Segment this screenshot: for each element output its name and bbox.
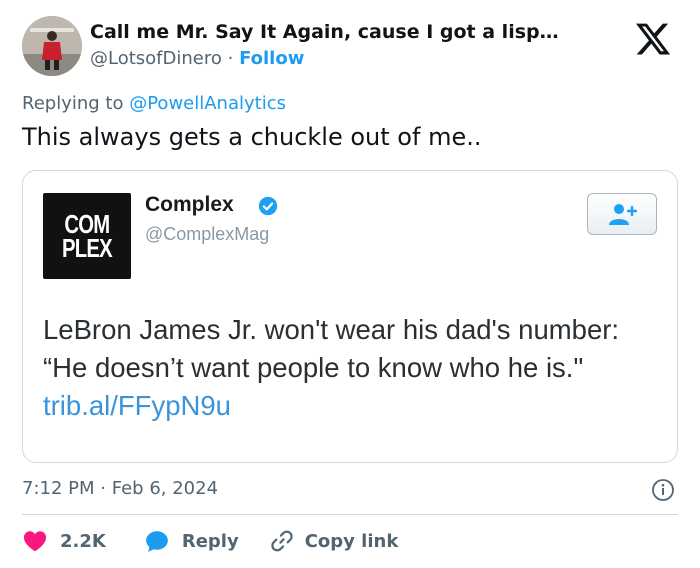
author-handle-line: @LotsofDinero · Follow [90,48,304,69]
reply-bubble-icon [146,531,168,552]
replying-prefix: Replying to [22,93,124,114]
embedded-follow-button [587,193,657,235]
copy-link-button[interactable]: Copy link [269,528,399,554]
tweet-text: This always gets a chuckle out of me.. [22,123,482,151]
author-name[interactable]: Call me Mr. Say It Again, cause I got a … [90,21,559,43]
embedded-account-name: Complex [145,193,234,216]
like-count: 2.2K [60,530,106,552]
link-icon [271,530,293,552]
actions-divider [22,514,678,515]
heart-icon [23,531,47,552]
verified-badge-icon [258,196,278,216]
like-button[interactable]: 2.2K [22,528,106,554]
copy-link-label: Copy link [304,530,399,552]
handle-separator: · [227,48,234,69]
timestamp-date: Feb 6, 2024 [111,478,219,499]
timestamp-time: 7:12 PM [22,478,95,499]
follow-link[interactable]: Follow [239,48,304,69]
embedded-text-body: LeBron James Jr. won't wear his dad's nu… [43,314,620,383]
action-bar: 2.2K Reply Copy link [22,528,398,554]
author-avatar[interactable] [22,16,82,76]
author-handle[interactable]: @LotsofDinero [90,48,222,69]
embedded-account-handle: @ComplexMag [145,224,270,244]
embedded-image[interactable]: COM PLEX Complex @ComplexMag LeBron Jame… [22,170,678,463]
complex-logo: COM PLEX [43,193,131,279]
reply-button[interactable]: Reply [144,528,239,554]
replying-to-line: Replying to @PowellAnalytics [22,93,286,114]
x-logo-icon[interactable] [634,20,672,58]
embedded-link: trib.al/FFypN9u [43,390,231,421]
tweet-timestamp[interactable]: 7:12 PM · Feb 6, 2024 [22,478,218,499]
info-icon[interactable] [651,478,675,502]
add-user-icon [609,204,638,225]
timestamp-separator: · [100,478,106,499]
logo-line-2: PLEX [62,233,113,263]
embedded-tweet-text: LeBron James Jr. won't wear his dad's nu… [43,311,663,425]
avatar-image [22,16,82,76]
replying-mention[interactable]: @PowellAnalytics [129,93,286,114]
reply-label: Reply [181,530,239,552]
